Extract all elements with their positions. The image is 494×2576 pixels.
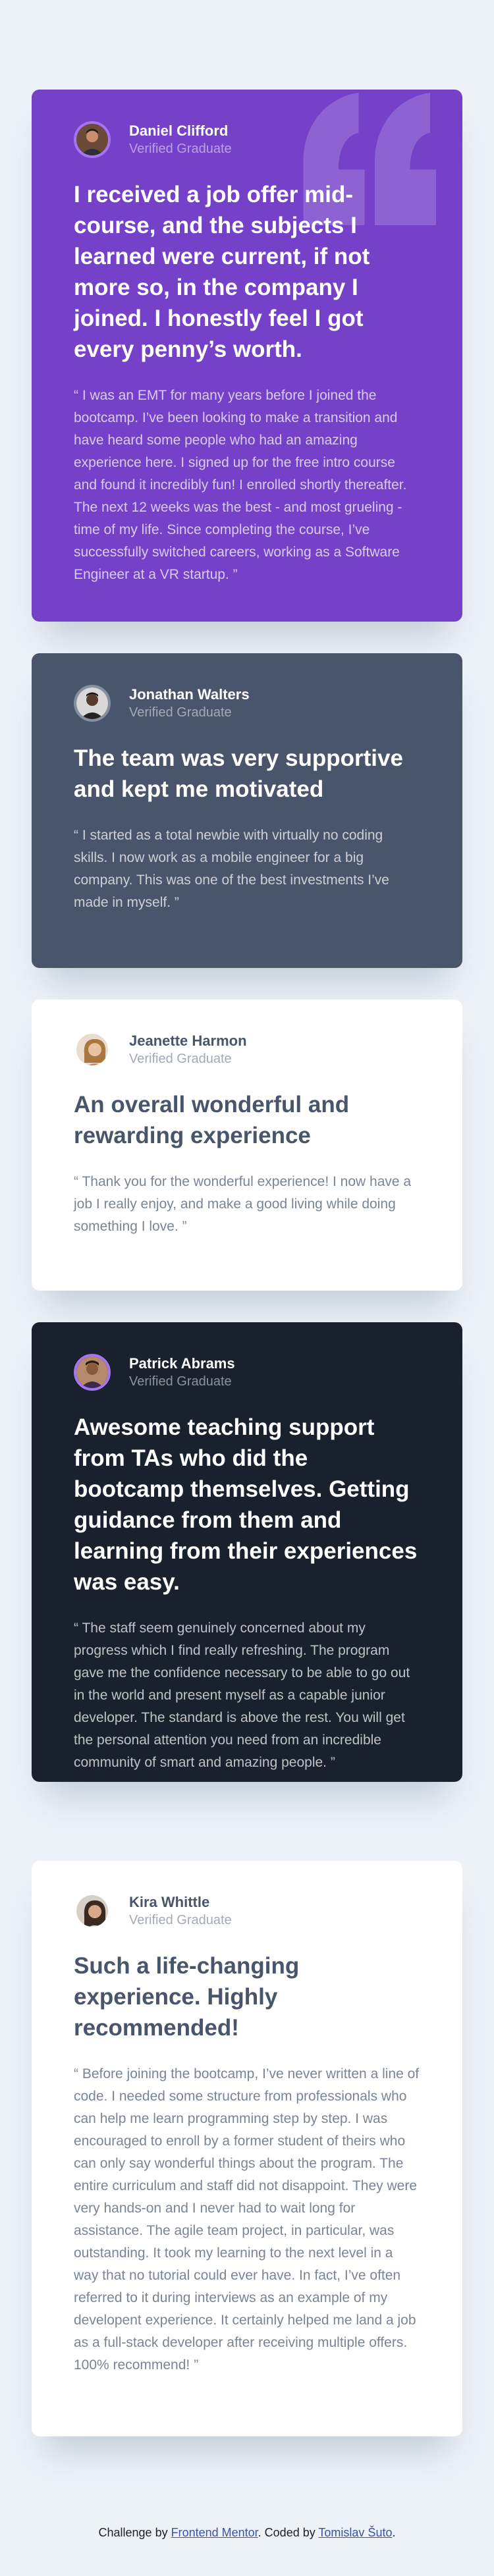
avatar <box>74 685 111 722</box>
testimonial-card-kira: Kira Whittle Verified Graduate Such a li… <box>32 1861 462 2436</box>
avatar <box>74 1031 111 1068</box>
testimonial-card-jonathan: Jonathan Walters Verified Graduate The t… <box>32 653 462 968</box>
testimonial-headline: An overall wonderful and rewarding exper… <box>74 1092 350 1148</box>
avatar <box>74 121 111 158</box>
author-name: Kira Whittle <box>129 1894 210 1910</box>
author-block: Jeanette Harmon Verified Graduate <box>74 1031 420 1068</box>
author-name: Daniel Clifford <box>129 122 229 139</box>
testimonial-card-patrick: Patrick Abrams Verified Graduate Awesome… <box>32 1322 462 1782</box>
avatar <box>74 1892 111 1929</box>
author-link[interactable]: Tomislav Šuto <box>318 2526 392 2539</box>
attribution-footer: Challenge by Frontend Mentor. Coded by T… <box>0 2526 494 2540</box>
footer-prefix: Challenge by <box>98 2526 168 2539</box>
testimonial-headline: The team was very supportive and kept me… <box>74 745 403 802</box>
testimonial-headline: I received a job offer mid-course, and t… <box>74 182 370 362</box>
testimonial-body: “ I was an EMT for many years before I j… <box>74 388 407 582</box>
author-name: Jonathan Walters <box>129 686 250 703</box>
author-role: Verified Graduate <box>129 1913 232 1927</box>
testimonial-body: “ The staff seem genuinely concerned abo… <box>74 1621 410 1770</box>
testimonial-body: “ Thank you for the wonderful experience… <box>74 1174 412 1234</box>
footer-suffix: . <box>392 2526 396 2539</box>
testimonial-card-daniel: Daniel Clifford Verified Graduate I rece… <box>32 90 462 622</box>
author-role: Verified Graduate <box>129 1374 232 1389</box>
author-block: Patrick Abrams Verified Graduate <box>74 1354 420 1391</box>
author-name: Patrick Abrams <box>129 1355 235 1372</box>
author-role: Verified Graduate <box>129 1052 232 1066</box>
testimonial-body: “ I started as a total newbie with virtu… <box>74 828 389 910</box>
person-avatar-icon <box>76 1356 108 1388</box>
author-role: Verified Graduate <box>129 142 232 156</box>
footer-middle: . Coded by <box>258 2526 316 2539</box>
testimonial-headline: Awesome teaching support from TAs who di… <box>74 1414 418 1595</box>
author-block: Daniel Clifford Verified Graduate <box>74 121 420 158</box>
author-name: Jeanette Harmon <box>129 1033 247 1049</box>
testimonial-card-jeanette: Jeanette Harmon Verified Graduate An ove… <box>32 1000 462 1291</box>
testimonial-headline: Such a life-changing experience. Highly … <box>74 1953 300 2041</box>
person-avatar-icon <box>76 1895 108 1927</box>
testimonial-body: “ Before joining the bootcamp, I’ve neve… <box>74 2066 420 2373</box>
person-avatar-icon <box>76 687 108 719</box>
person-avatar-icon <box>76 124 108 155</box>
frontend-mentor-link[interactable]: Frontend Mentor <box>171 2526 258 2539</box>
author-block: Jonathan Walters Verified Graduate <box>74 685 420 722</box>
avatar <box>74 1354 111 1391</box>
person-avatar-icon <box>76 1034 108 1065</box>
author-block: Kira Whittle Verified Graduate <box>74 1892 420 1929</box>
author-role: Verified Graduate <box>129 705 232 720</box>
